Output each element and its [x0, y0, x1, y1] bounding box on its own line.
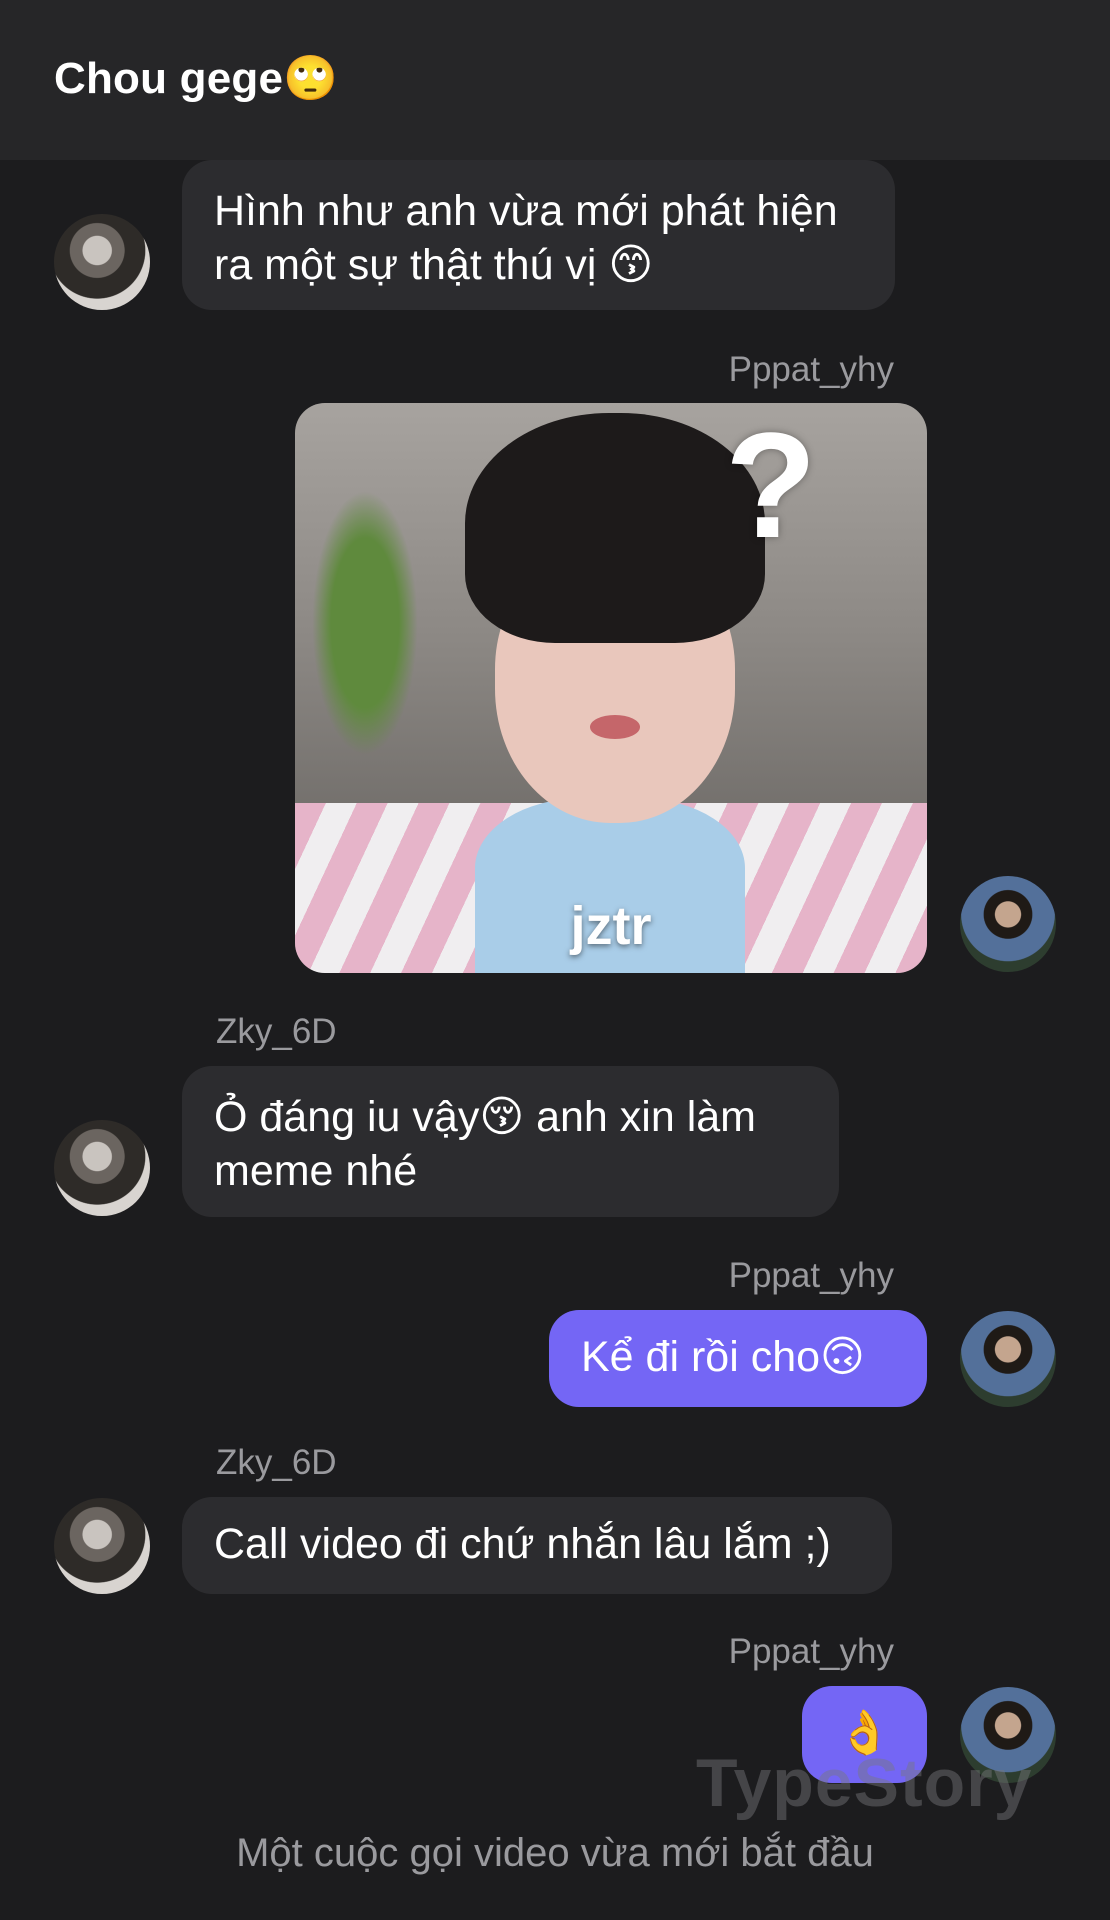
message-bubble-incoming[interactable]: Ỏ đáng iu vậy😚 anh xin làm meme nhé: [182, 1066, 839, 1217]
image-mouth: [590, 715, 640, 739]
sender-name: Pppat_yhy: [728, 350, 894, 389]
system-message: Một cuộc gọi video vừa mới bắt đầu: [236, 1831, 874, 1875]
message-text: Kể đi rồi cho🙃: [581, 1333, 865, 1381]
contact-avatar[interactable]: [54, 1120, 150, 1216]
chat-title[interactable]: Chou gege🙄: [54, 52, 338, 104]
message-bubble-incoming[interactable]: Call video đi chứ nhắn lâu lắm ;): [182, 1497, 892, 1594]
user-avatar[interactable]: [960, 876, 1056, 972]
sender-name: Zky_6D: [216, 1012, 337, 1051]
message-text: Hình như anh vừa mới phát hiện ra một sự…: [214, 187, 838, 289]
image-hair: [465, 413, 765, 643]
contact-avatar[interactable]: [54, 214, 150, 310]
message-bubble-outgoing[interactable]: Kể đi rồi cho🙃: [549, 1310, 927, 1407]
message-text: Ỏ đáng iu vậy😚 anh xin làm meme nhé: [214, 1093, 756, 1195]
watermark: TypeStory: [696, 1745, 1033, 1821]
sender-name: Pppat_yhy: [728, 1632, 894, 1671]
sender-name: Pppat_yhy: [728, 1256, 894, 1295]
image-caption: jztr: [570, 896, 652, 956]
contact-avatar[interactable]: [54, 1498, 150, 1594]
chat-header: Chou gege🙄: [0, 0, 1110, 160]
message-text: Call video đi chứ nhắn lâu lắm ;): [214, 1520, 831, 1568]
meme-image[interactable]: ? jztr: [295, 403, 927, 973]
message-bubble-incoming[interactable]: Hình như anh vừa mới phát hiện ra một sự…: [182, 160, 895, 310]
image-plant: [305, 473, 425, 773]
question-mark-overlay: ?: [725, 403, 817, 569]
user-avatar[interactable]: [960, 1311, 1056, 1407]
sender-name: Zky_6D: [216, 1443, 337, 1482]
